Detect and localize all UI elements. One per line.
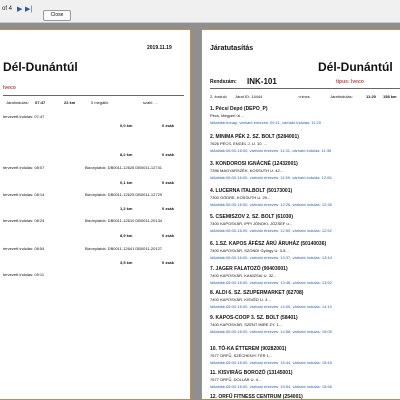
planned-departure-line: tervezett indulás: 08:14 <box>3 192 45 197</box>
left-report-page: 2019.11.19 Dél-Dunántúl Iveco Járatindul… <box>0 29 191 400</box>
stop-time: időablak:06:00-16:00, várható érkezés: 1… <box>210 148 332 153</box>
last-page-icon[interactable]: ▶| <box>25 6 32 13</box>
stop-time: időablak:06:00-16:00, várható érkezés: 1… <box>210 384 332 389</box>
stop-time: időablak:honap, várható érkezés: 09:11, … <box>210 120 322 125</box>
stop-name: 8. ALDI 6. SZ. SZUPERMARKET (62708) <box>210 290 304 296</box>
stop-time: időablak:06:00-16:00, várható érkezés: 1… <box>210 255 332 260</box>
planned-departure-line: tervezett indulás: 09:11 <box>3 272 45 277</box>
route-distance: 0,1 km <box>120 180 133 185</box>
left-header-shipment: szállí: ... <box>143 100 158 105</box>
stop-name: 9. KAPOS-COOP 3. SZ. BOLT (58401) <box>210 315 298 321</box>
route-bags: 0 zsák <box>162 152 175 157</box>
stop-address: 7396 MAGYARSZÉK, KOSSUTH U. 42... <box>210 168 284 173</box>
planned-departure-line: tervezett indulás: 08:54 <box>3 246 45 251</box>
vehicle-type: Iveco <box>3 85 16 91</box>
stop-name: 10. TÓ-KA ÉTTEREM (90282001) <box>210 346 287 352</box>
vehicle-type-label: típus: Iveco <box>336 79 364 85</box>
route-distance-total: 158 km <box>383 94 397 99</box>
header-separator <box>3 95 184 96</box>
stop-address: Pécs, Megyeri út ... <box>210 113 245 118</box>
stop-name: 11. KISVIRÁG BOROZÓ (13145001) <box>210 370 293 376</box>
route-distance: 8,9 km <box>120 233 133 238</box>
start-time-line: tervezett indulás: 07:47 <box>3 114 45 119</box>
stop-time: időablak:06:00-16:00, várható érkezés: 1… <box>210 280 332 285</box>
left-header-stops: 0 megálló <box>91 100 109 105</box>
stop-address: 7626 PÉCS, ENGEL J. U. 10. ... <box>210 141 267 146</box>
document-list: Bizonylatok: DB0011-12626 DB0011-12741 <box>85 165 163 170</box>
license-plate: INK-101 <box>247 77 277 86</box>
route-distance: 0,0 km <box>120 123 133 128</box>
left-header-label: Járatindulás: <box>6 100 29 105</box>
stop-address: 7677 ORFŰ, SZÉCHENYI TÉR 1... <box>210 353 273 358</box>
report-title: Dél-Dunántúl <box>3 60 78 74</box>
page-indicator: of 4 <box>2 6 13 12</box>
stop-time: időablak:06:00-16:00, várható érkezés: 1… <box>210 175 332 180</box>
stop-name: 1. Pécsi Depó (DEPO_P) <box>210 106 268 112</box>
stop-name: 4. LUCERNA ITALBOLT (50173001) <box>210 188 293 194</box>
stop-address: 7300 GÖDRE, KOSSUTH U. 29... <box>210 195 271 200</box>
planned-departure-line: tervezett indulás: 08:07 <box>3 165 45 170</box>
route-note: <nincs <box>298 94 310 99</box>
report-date: 2019.11.19 <box>147 45 172 51</box>
departure-time: 11:20 <box>366 94 377 99</box>
plate-label: Rendszám: <box>210 79 237 85</box>
stop-time: időablak:06:00-16:00, várható érkezés: 1… <box>210 360 332 365</box>
right-header-separator <box>210 88 400 89</box>
document-list: Bizonylatok: DB0011-12641 DB0011-20127 <box>85 246 163 251</box>
route-sheet-heading: Járatutasítás <box>210 45 254 52</box>
stop-address: 7400 KAPOSVÁR, SZONDI György U. 3-5... <box>210 248 289 253</box>
route-bags: 0 zsák <box>162 233 175 238</box>
departure-label: Járatindulás: <box>330 94 353 99</box>
planned-departure-line: tervezett indulás: 08:24 <box>3 218 45 223</box>
stop-name: 7. JAGER FALATOZÓ (90403001) <box>210 266 288 272</box>
document-list: Bizonylatok: DB0011-12610 DB0011-20134 <box>85 218 163 223</box>
stop-address: 7400 KAPOSVÁR, SZENT IMRE ZY. 1... <box>210 322 282 327</box>
stop-address: 7400 KAPOSVÁR, KANIZSAI U. 32... <box>210 273 277 278</box>
stop-time: időablak:06:00-16:00, várható érkezés: 1… <box>210 228 332 233</box>
route-bags: 0 zsák <box>162 180 175 185</box>
stop-time: időablak:06:00-16:00, várható érkezés: 1… <box>210 329 332 334</box>
right-report-page: Járatutasítás Dél-Dunántúl Rendszám: INK… <box>201 29 400 400</box>
route-distance: 3,5 km <box>120 260 133 265</box>
route-round: 2. forduló <box>210 94 227 99</box>
document-list: Bizonylatok: DB0011-12625 DB0011-12729 <box>85 192 163 197</box>
stop-time: időablak:06:00-16:00, várható érkezés: 1… <box>210 202 332 207</box>
route-id: Járat ID: 14444 <box>235 94 263 99</box>
route-bags: 0 zsák <box>162 206 175 211</box>
left-header-time: 07:47 <box>35 100 46 105</box>
close-button[interactable]: Close <box>43 10 71 21</box>
route-distance: 1,2 km <box>120 206 133 211</box>
report-toolbar: of 4 ▶ ▶| Close <box>0 0 400 23</box>
stop-time: időablak:06:00-16:00, várható érkezés: 1… <box>210 304 332 309</box>
stop-address: 7400 KAPOSVÁR, IPPI JÓNOKI, JÓZSEF u... <box>210 221 293 226</box>
stop-address: 7677 ORFŰ, DOLLÁR U. 4... <box>210 377 262 382</box>
stop-address: 7400 KAPOSVÁR, KISVÉD U. 3... <box>210 297 271 302</box>
stop-name: 6. 1.SZ. KAPOS ÁFÉSZ ÁRÚ ÁRUHÁZ (5014003… <box>210 241 327 247</box>
left-header-distance: 22 km <box>64 100 76 105</box>
route-distance: 8,2 km <box>120 152 133 157</box>
report-viewport[interactable]: 2019.11.19 Dél-Dunántúl Iveco Járatindul… <box>0 23 400 400</box>
route-bags: 0 zsák <box>162 123 175 128</box>
route-bags: 0 zsák <box>162 260 175 265</box>
stop-name: 2. MINIMA PÉK 2. SZ. BOLT (5284001) <box>210 134 299 140</box>
stop-name: 3. KONDOROSI IGNÁCNÉ (12432001) <box>210 161 298 167</box>
stop-name: 5. CSEMISZOV 2. SZ. BOLT (61030) <box>210 214 293 220</box>
route-sheet-title: Dél-Dunántúl <box>318 60 393 74</box>
next-page-icon[interactable]: ▶ <box>17 6 22 13</box>
stop-name: 12. ORFŰ FITNESS CENTRUM (254001) <box>210 394 303 400</box>
